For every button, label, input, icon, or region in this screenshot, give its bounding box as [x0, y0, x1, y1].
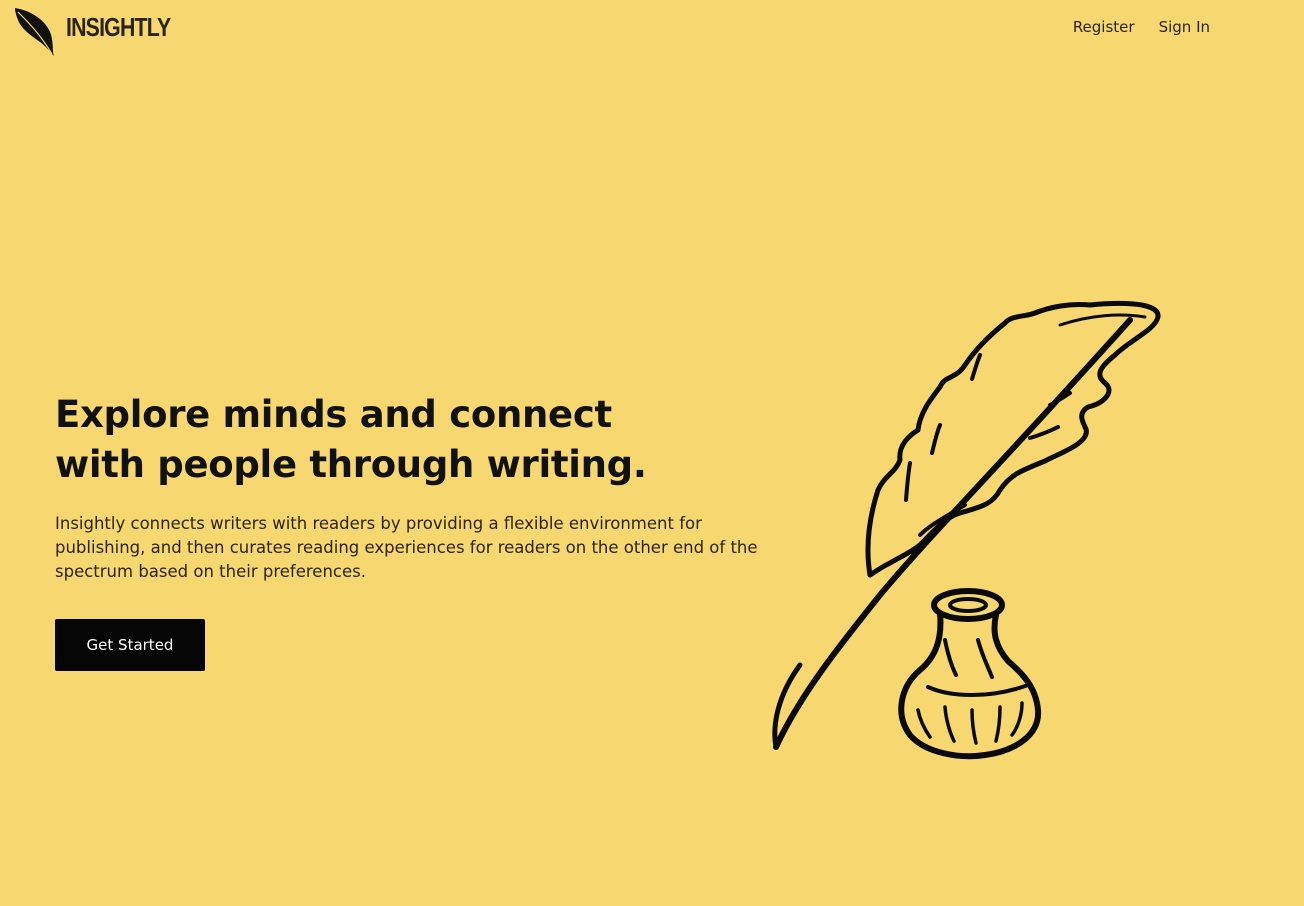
top-nav: Register Sign In [1073, 18, 1210, 36]
hero-section: Explore minds and connect with people th… [55, 390, 775, 584]
sign-in-link[interactable]: Sign In [1159, 18, 1210, 36]
brand-logo-link[interactable]: INSIGHTLY [14, 6, 171, 58]
landing-page: INSIGHTLY Register Sign In Explore minds… [0, 0, 1304, 906]
quill-inkwell-illustration [772, 300, 1161, 760]
hero-description: Insightly connects writers with readers … [55, 514, 758, 581]
site-header: INSIGHTLY Register Sign In [0, 0, 1304, 60]
register-link[interactable]: Register [1073, 18, 1135, 36]
feather-logo-icon [15, 8, 54, 56]
hero-title: Explore minds and connect with people th… [55, 393, 647, 486]
get-started-button[interactable]: Get Started [55, 619, 205, 671]
brand-name: INSIGHTLY [66, 12, 171, 42]
